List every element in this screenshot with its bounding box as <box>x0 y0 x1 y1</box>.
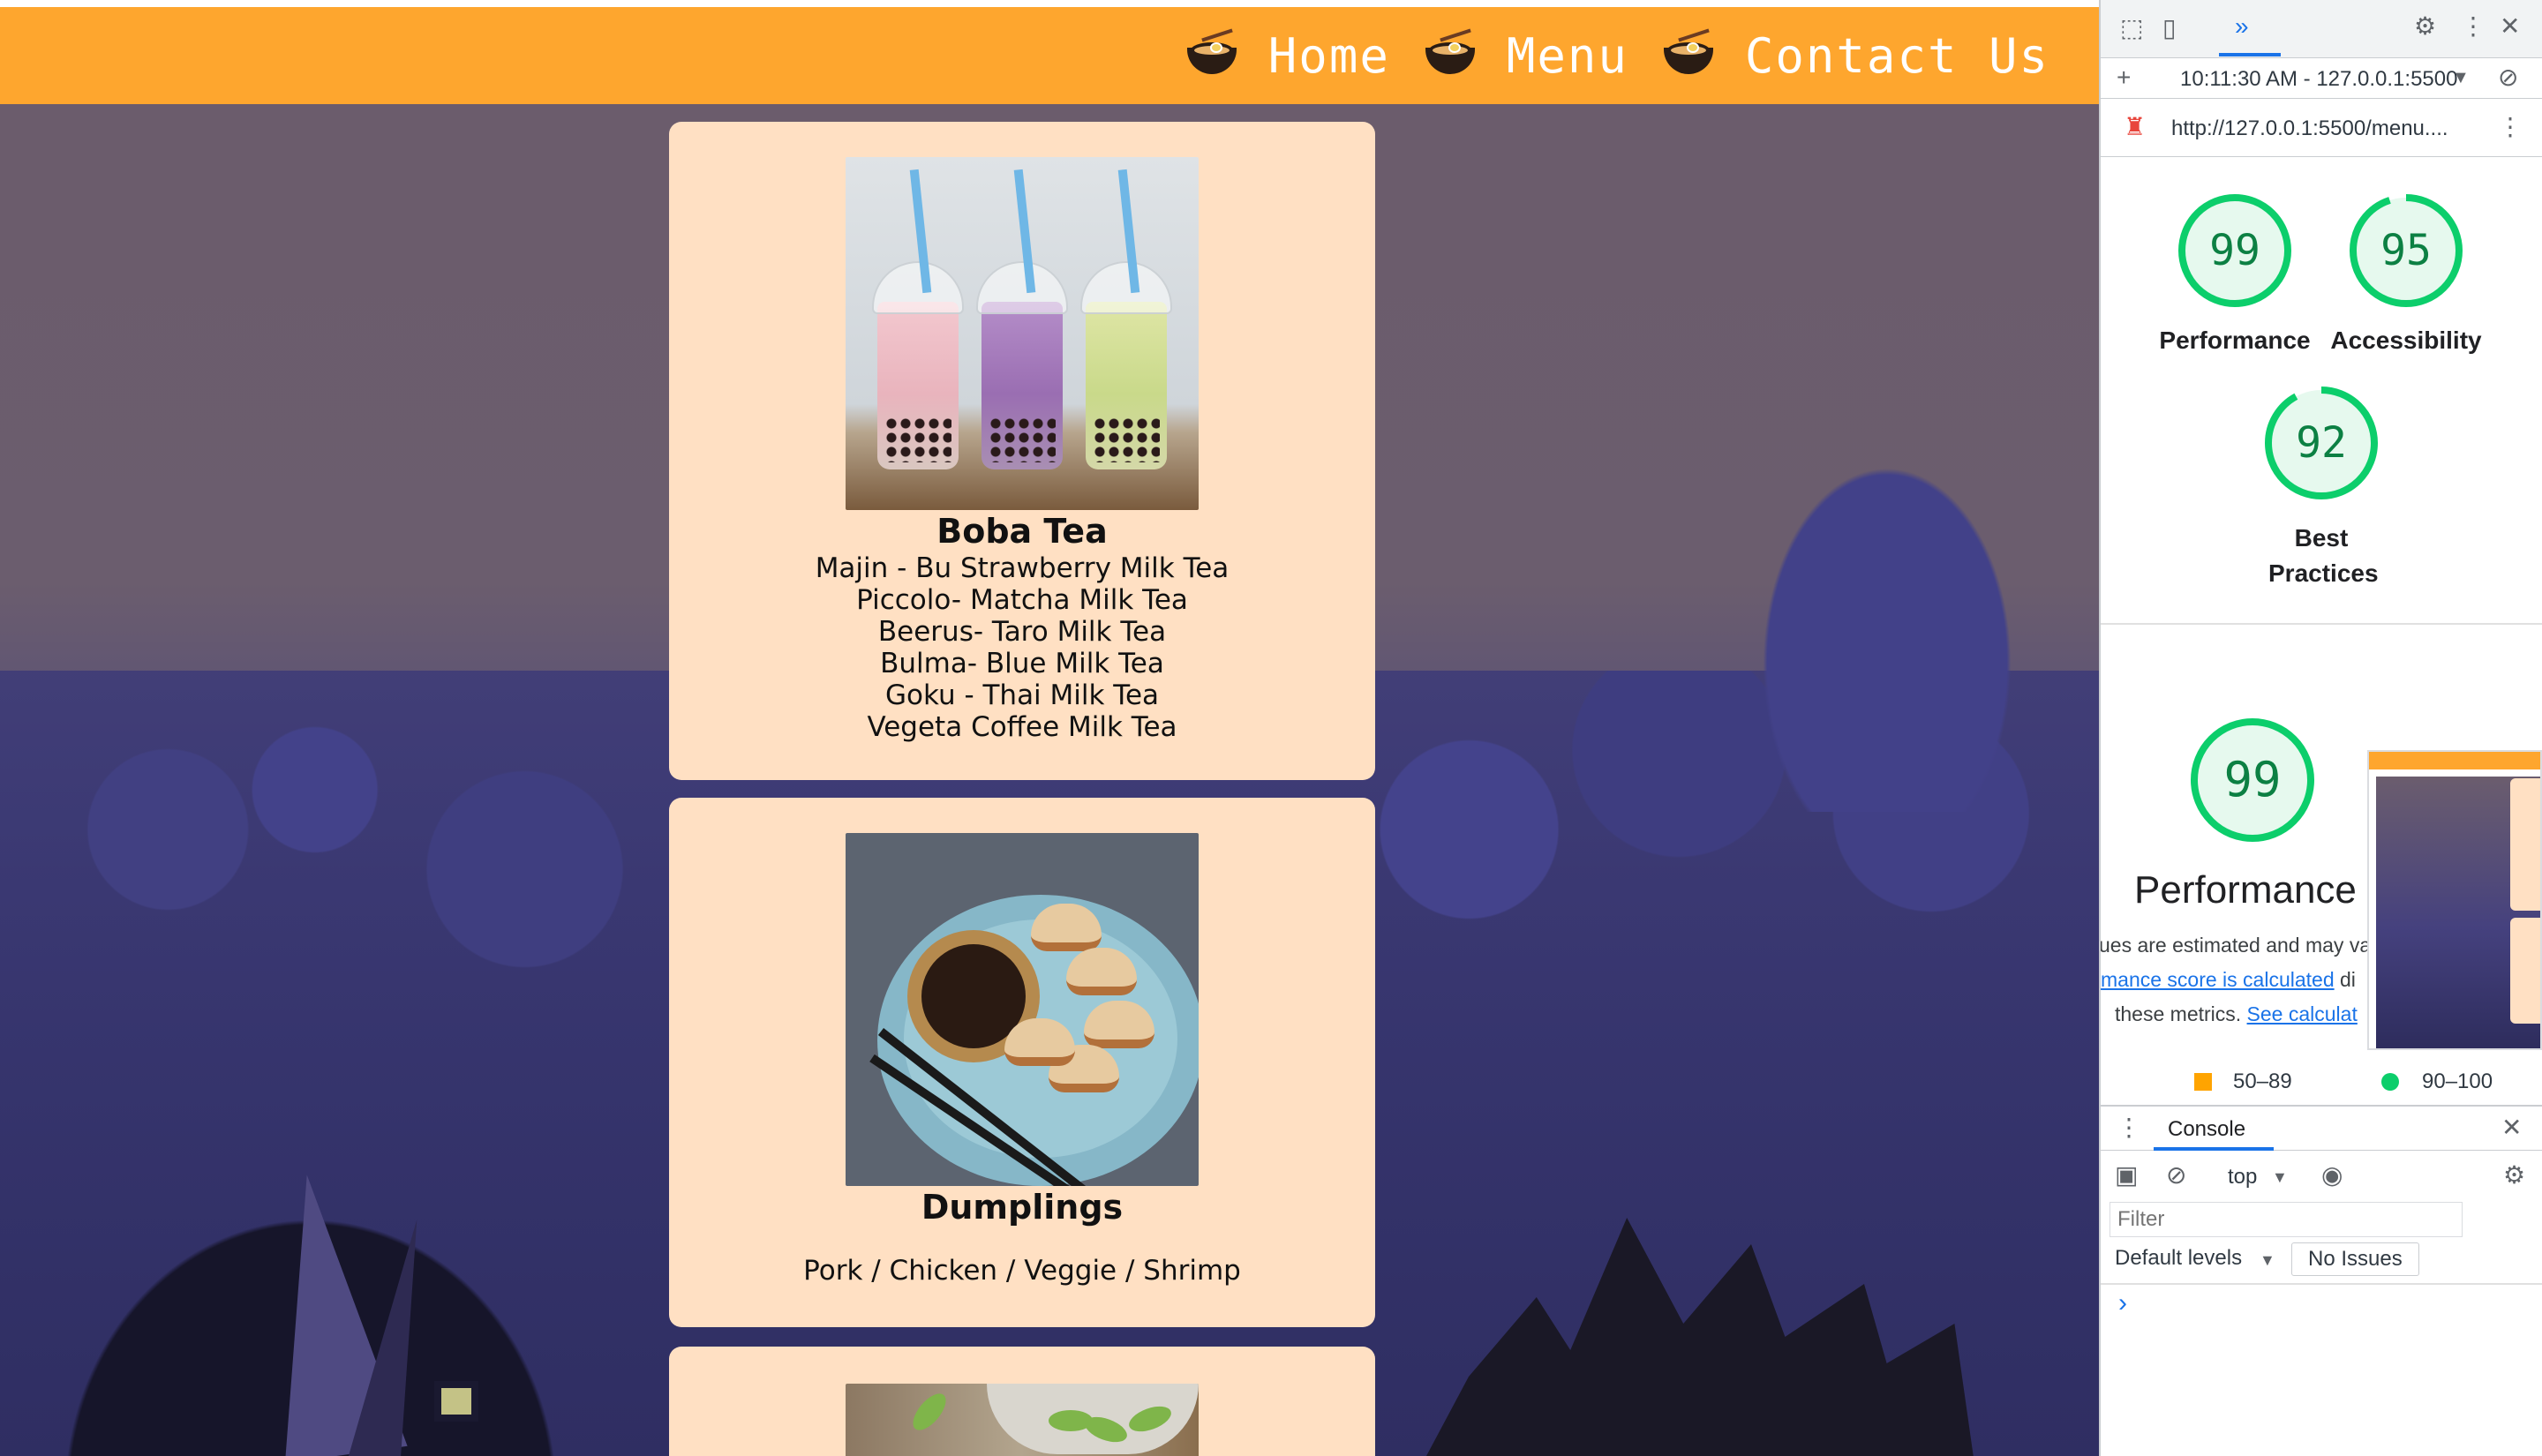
menu-card-dumplings: Dumplings Pork / Chicken / Veggie / Shri… <box>669 798 1375 1327</box>
clear-console-icon[interactable]: ⊘ <box>2166 1163 2186 1188</box>
best-practices-label: Best Practices <box>2268 524 2379 587</box>
inspect-element-icon[interactable]: ⬚ <box>2120 16 2143 41</box>
performance-detail-title: Performance <box>2134 868 2357 912</box>
description-fragment: di <box>2340 968 2356 991</box>
nav-link-contact[interactable]: Contact Us <box>1745 28 2049 84</box>
lighthouse-report-bar: + 10:11:30 AM - 127.0.0.1:5500 ▼ ⊘ <box>2101 58 2542 99</box>
gear-icon[interactable]: ⚙ <box>2414 14 2436 39</box>
background-tree-right <box>1746 441 2028 812</box>
performance-label: Performance <box>2159 326 2311 354</box>
description-line: ues are estimated and may va <box>2101 934 2367 957</box>
dumplings-list: Pork / Chicken / Veggie / Shrimp <box>669 1255 1375 1287</box>
best-practices-gauge[interactable]: 92 <box>2265 387 2378 499</box>
legend-circle-good <box>2381 1073 2399 1091</box>
list-item: Piccolo- Matcha Milk Tea <box>856 584 1188 616</box>
page-url[interactable]: http://127.0.0.1:5500/menu.... <box>2171 116 2448 141</box>
ramen-bowl-icon <box>1424 28 1477 78</box>
gear-icon[interactable]: ⚙ <box>2503 1163 2525 1188</box>
list-item: Goku - Thai Milk Tea <box>884 679 1160 711</box>
close-icon[interactable]: ✕ <box>2500 14 2520 39</box>
lighthouse-icon: ♜ <box>2124 113 2147 140</box>
nav-item-contact[interactable]: Contact Us <box>1662 28 2049 84</box>
edamame-image <box>846 1384 1199 1456</box>
console-drawer: ⋮ Console ✕ ▣ ⊘ top ▼ ◉ ⚙ Default levels… <box>2101 1105 2542 1456</box>
ramen-bowl-icon <box>1662 28 1715 78</box>
tab-console[interactable]: Console <box>2168 1117 2245 1142</box>
drawer-tabbar: ⋮ Console ✕ <box>2101 1107 2542 1151</box>
ramen-bowl-icon <box>1185 28 1238 78</box>
clear-icon[interactable]: ⊘ <box>2498 65 2518 90</box>
description-line: these metrics. <box>2115 1002 2242 1025</box>
report-selector[interactable]: 10:11:30 AM - 127.0.0.1:5500 <box>2180 67 2457 92</box>
page-viewport: Home Menu Contact Us Boba Tea Majin - Bu… <box>0 0 2099 1456</box>
devtools-panel: ⬚ ▯ » ⚙ ⋮ ✕ + 10:11:30 AM - 127.0.0.1:55… <box>2099 0 2542 1456</box>
best-practices-score: 92 <box>2296 418 2347 468</box>
dumplings-image <box>846 833 1199 1186</box>
page-screenshot-thumbnail[interactable] <box>2367 750 2542 1050</box>
boba-tea-image <box>846 157 1199 510</box>
performance-gauge[interactable]: 99 <box>2178 194 2291 307</box>
list-item: Majin - Bu Strawberry Milk Tea <box>815 552 1230 584</box>
legend-average: 50–89 <box>2233 1069 2292 1093</box>
list-item: Pork / Chicken / Veggie / Shrimp <box>803 1255 1241 1287</box>
performance-detail-score: 99 <box>2223 752 2282 807</box>
nav-item-home[interactable]: Home <box>1185 28 1390 84</box>
active-tab-indicator <box>2219 53 2281 56</box>
card-title: Boba Tea <box>936 512 1108 551</box>
nav-link-menu[interactable]: Menu <box>1507 28 1628 84</box>
sidebar-toggle-icon[interactable]: ▣ <box>2115 1163 2138 1188</box>
browser-top-edge <box>0 0 2099 7</box>
menu-card-edamame <box>669 1347 1375 1456</box>
performance-detail-gauge: 99 <box>2189 717 2316 844</box>
nav-link-home[interactable]: Home <box>1268 28 1390 84</box>
menu-card-boba-tea: Boba Tea Majin - Bu Strawberry Milk Tea … <box>669 122 1375 780</box>
close-icon[interactable]: ✕ <box>2501 1115 2522 1140</box>
accessibility-gauge[interactable]: 95 <box>2350 194 2463 307</box>
boba-tea-list: Majin - Bu Strawberry Milk Tea Piccolo- … <box>669 552 1375 743</box>
accessibility-label: Accessibility <box>2330 326 2482 354</box>
issues-button[interactable]: No Issues <box>2291 1242 2419 1276</box>
divider <box>2101 1283 2542 1285</box>
log-levels-select[interactable]: Default levels <box>2115 1246 2242 1271</box>
legend-square-average <box>2194 1073 2212 1091</box>
lighthouse-url-bar: ♜ http://127.0.0.1:5500/menu.... ⋮ <box>2101 99 2542 157</box>
console-prompt[interactable]: › <box>2118 1288 2127 1318</box>
chevron-down-icon[interactable]: ▼ <box>2260 1248 2275 1272</box>
nav-item-menu[interactable]: Menu <box>1424 28 1628 84</box>
add-report-icon[interactable]: + <box>2117 65 2131 90</box>
kebab-menu-icon[interactable]: ⋮ <box>2117 1115 2141 1140</box>
see-calculator-link[interactable]: See calculat <box>2247 1002 2358 1025</box>
chevron-down-icon[interactable]: ▼ <box>2272 1165 2288 1190</box>
devtools-toolbar: ⬚ ▯ » ⚙ ⋮ ✕ <box>2101 0 2542 58</box>
more-tabs-icon[interactable]: » <box>2235 14 2249 39</box>
score-calc-link[interactable]: mance score is calculated <box>2101 968 2335 991</box>
console-toolbar: ▣ ⊘ top ▼ ◉ ⚙ <box>2101 1152 2542 1200</box>
site-header: Home Menu Contact Us <box>0 7 2099 104</box>
divider <box>2101 623 2542 625</box>
active-tab-indicator <box>2154 1147 2274 1151</box>
kebab-menu-icon[interactable]: ⋮ <box>2498 115 2523 139</box>
performance-description: ues are estimated and may va mance score… <box>2101 934 2367 1026</box>
list-item: Vegeta Coffee Milk Tea <box>867 711 1177 743</box>
list-item: Bulma- Blue Milk Tea <box>880 648 1164 679</box>
card-title: Dumplings <box>921 1188 1124 1227</box>
list-item: Beerus- Taro Milk Tea <box>877 616 1167 648</box>
background-character-earring <box>434 1381 478 1422</box>
device-toolbar-icon[interactable]: ▯ <box>2162 16 2176 41</box>
eye-icon[interactable]: ◉ <box>2321 1163 2343 1188</box>
chevron-down-icon[interactable]: ▼ <box>2452 65 2470 90</box>
legend-good: 90–100 <box>2422 1069 2493 1093</box>
context-selector[interactable]: top <box>2228 1165 2257 1190</box>
kebab-menu-icon[interactable]: ⋮ <box>2461 14 2486 39</box>
console-filter-input[interactable] <box>2110 1202 2463 1237</box>
performance-score: 99 <box>2209 226 2260 275</box>
accessibility-score: 95 <box>2380 226 2432 275</box>
